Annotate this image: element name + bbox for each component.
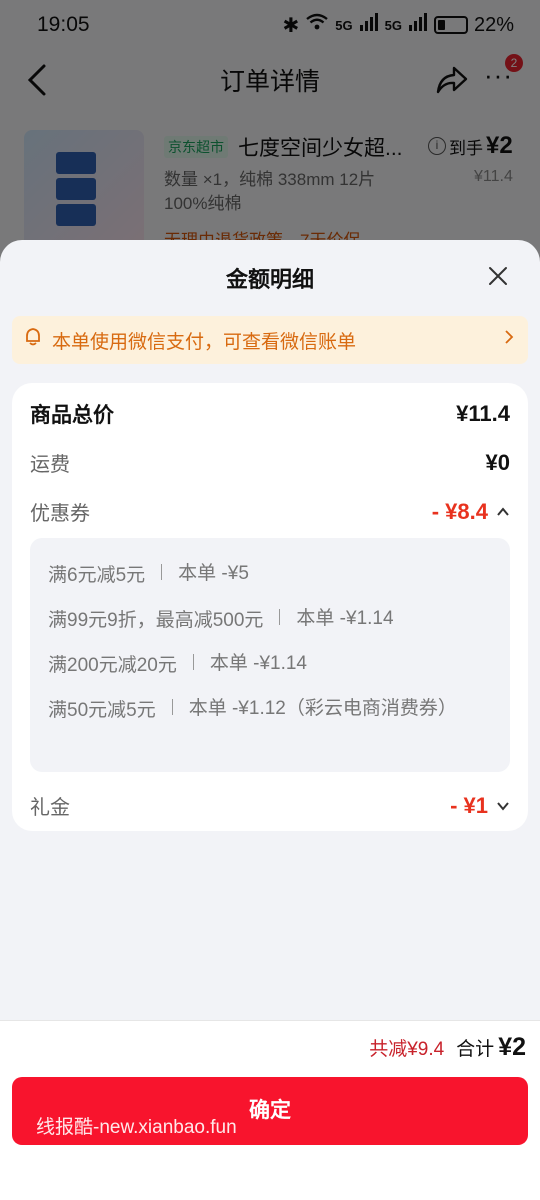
coupon-rule: 满50元减5元 <box>48 700 156 721</box>
coupon-item: 满6元减5元 本单 -¥5 <box>48 560 249 588</box>
coupon-row[interactable]: 优惠券 - ¥8.4 <box>30 497 510 526</box>
chevron-down-icon[interactable] <box>496 801 510 811</box>
sheet-title: 金额明细 <box>225 267 314 292</box>
totals: 共减¥9.4 合计 ¥2 <box>369 1033 526 1062</box>
coupon-item: 满200元减20元 本单 -¥1.14 <box>48 650 307 678</box>
total-value: ¥2 <box>498 1033 526 1061</box>
goods-total-value: ¥11.4 <box>456 401 510 426</box>
chevron-right-icon <box>504 329 514 351</box>
coupon-detail-list: 满6元减5元 本单 -¥5 满99元9折，最高减500元 本单 -¥1.14 满… <box>30 538 510 772</box>
gift-value: - ¥1 <box>450 793 510 819</box>
coupon-detail: 本单 -¥1.12（彩云电商消费券） <box>188 698 457 719</box>
confirm-button[interactable]: 确定 <box>12 1077 528 1145</box>
coupon-total: - ¥8.4 <box>431 498 488 524</box>
chevron-up-icon[interactable] <box>496 506 510 517</box>
gift-row[interactable]: 礼金 - ¥1 <box>30 791 510 820</box>
coupon-detail: 本单 -¥1.14 <box>296 608 394 629</box>
coupon-detail: 本单 -¥5 <box>178 563 249 584</box>
goods-total-label: 商品总价 <box>30 404 114 427</box>
coupon-rule: 满99元9折，最高减500元 <box>48 610 264 631</box>
coupon-label: 优惠券 <box>30 503 90 525</box>
total-label: 合计 <box>456 1039 495 1060</box>
bell-icon <box>24 327 42 353</box>
coupon-detail: 本单 -¥1.14 <box>209 653 307 674</box>
saved-amount: 共减¥9.4 <box>369 1039 445 1060</box>
total-sum: 合计 ¥2 <box>456 1033 526 1062</box>
gift-total: - ¥1 <box>450 792 488 818</box>
goods-total-row: 商品总价 ¥11.4 <box>30 399 510 429</box>
wechat-pay-notice[interactable]: 本单使用微信支付，可查看微信账单 <box>12 316 528 364</box>
footer-bar: 共减¥9.4 合计 ¥2 确定 线报酷-new.xianbao.fun <box>0 1020 540 1200</box>
coupon-rule: 满6元减5元 <box>48 565 146 586</box>
coupon-value: - ¥8.4 <box>432 499 510 525</box>
coupon-rule: 满200元减20元 <box>48 655 177 676</box>
coupon-item: 满50元减5元 本单 -¥1.12（彩云电商消费券） <box>48 695 459 723</box>
close-icon[interactable] <box>486 264 510 288</box>
gift-label: 礼金 <box>30 797 70 819</box>
coupon-item: 满99元9折，最高减500元 本单 -¥1.14 <box>48 605 394 633</box>
notice-text: 本单使用微信支付，可查看微信账单 <box>52 331 357 353</box>
shipping-row: 运费 ¥0 <box>30 448 510 477</box>
shipping-label: 运费 <box>30 454 70 476</box>
amount-card: 商品总价 ¥11.4 运费 ¥0 优惠券 - ¥8.4 满6元减5元 本单 -¥… <box>12 383 528 831</box>
shipping-value: ¥0 <box>485 449 510 475</box>
